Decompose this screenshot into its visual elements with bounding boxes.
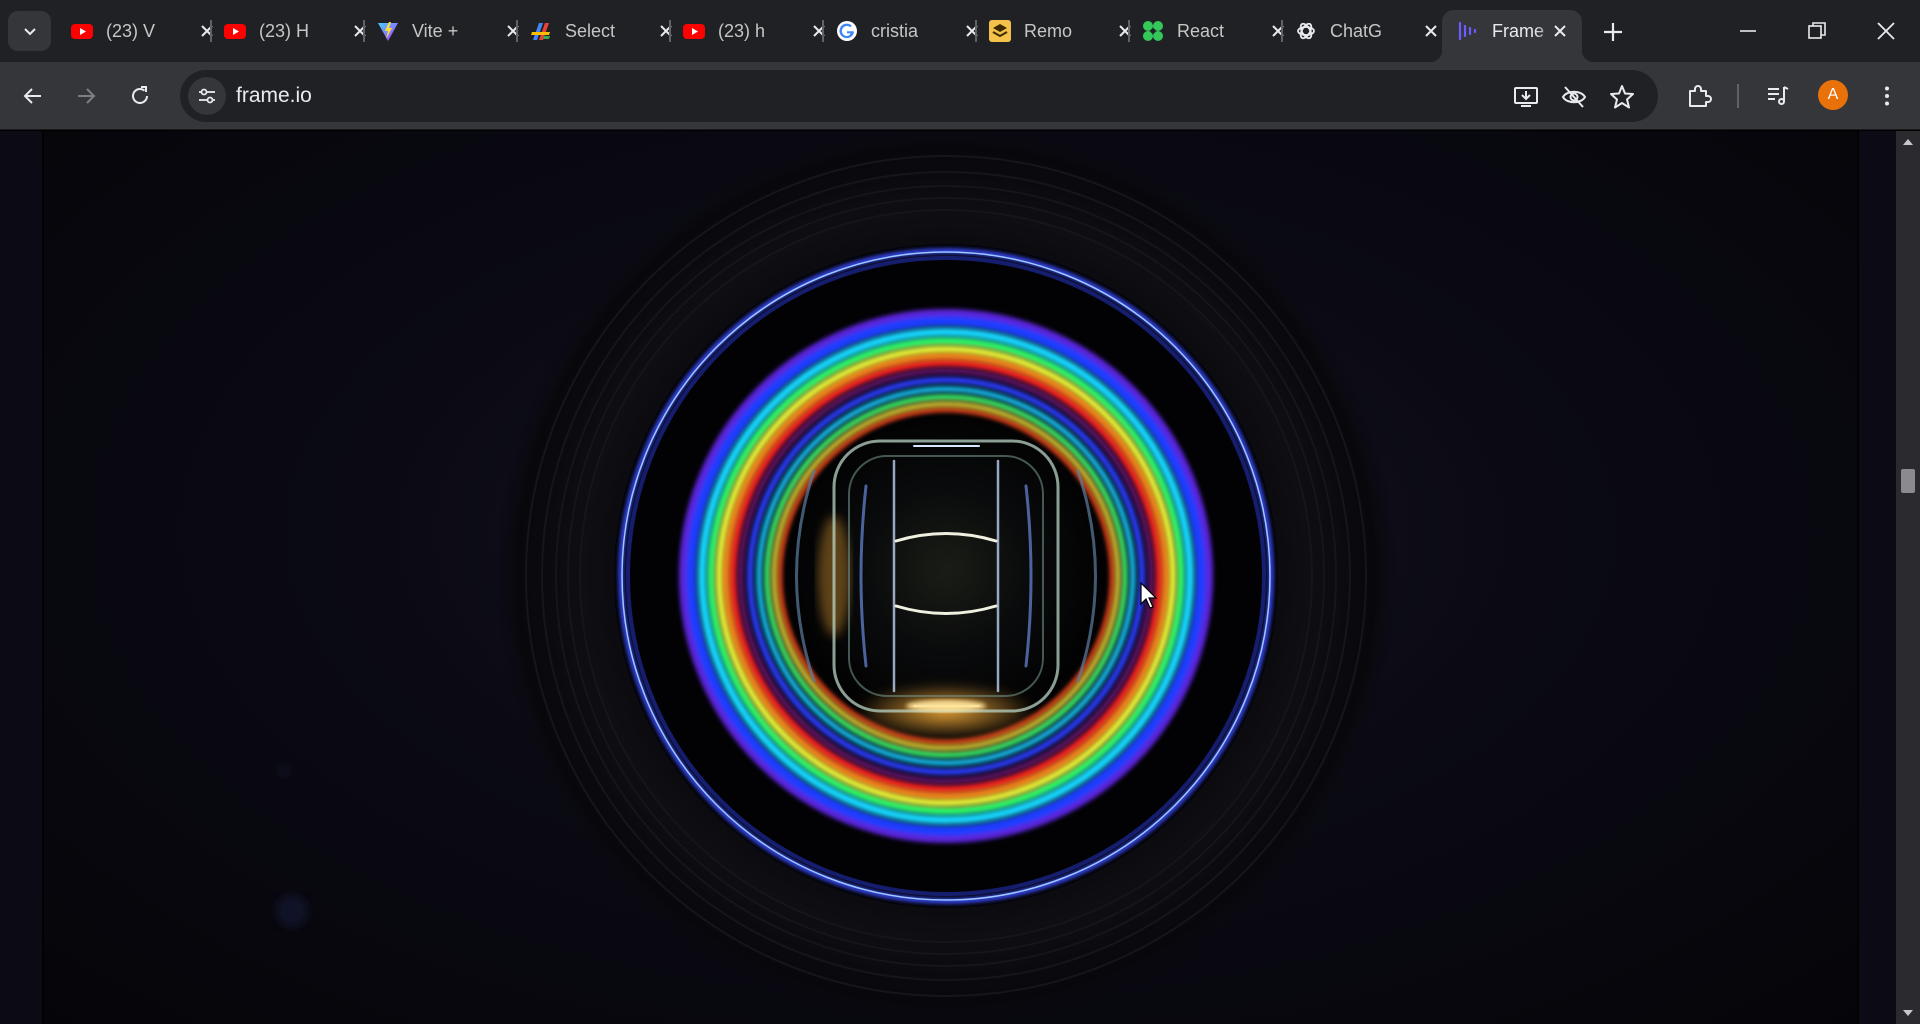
remote-icon — [989, 20, 1011, 42]
restore-icon — [1808, 22, 1826, 39]
site-info-button[interactable] — [188, 77, 226, 115]
toolbar-divider — [1737, 84, 1739, 108]
star-icon — [1610, 85, 1634, 109]
select-app-icon — [531, 23, 550, 40]
tab-youtube-1[interactable]: (23) V — [56, 10, 213, 52]
tab-chatgpt[interactable]: ChatG — [1280, 10, 1437, 52]
close-icon[interactable] — [1421, 21, 1441, 41]
music-queue-icon — [1768, 86, 1789, 105]
reload-button[interactable] — [122, 78, 158, 114]
tab-title: (23) h — [718, 21, 766, 41]
tab-title: ChatG — [1330, 21, 1383, 41]
bookmark-button[interactable] — [1608, 83, 1636, 111]
tab-title: (23) H — [259, 21, 310, 41]
profile-avatar[interactable]: A — [1818, 80, 1848, 110]
vite-icon — [378, 22, 398, 41]
youtube-icon — [71, 24, 93, 39]
puzzle-piece-icon — [1689, 85, 1712, 107]
minimize-icon — [1740, 30, 1756, 32]
back-button[interactable] — [15, 78, 51, 114]
url-text[interactable]: frame.io — [236, 84, 312, 108]
eye-off-icon — [1561, 86, 1587, 108]
close-icon — [1877, 22, 1895, 40]
mouse-cursor-icon — [1140, 582, 1158, 609]
tab-google[interactable]: cristia — [821, 10, 978, 52]
arrow-right-icon — [78, 88, 96, 104]
tab-title: Vite + — [412, 21, 459, 41]
tracking-protection-button[interactable] — [1560, 83, 1588, 111]
tab-vite[interactable]: Vite + — [362, 10, 519, 52]
page-gutter-left — [0, 131, 44, 1024]
tab-remote[interactable]: Remo — [974, 10, 1131, 52]
vertical-scrollbar[interactable] — [1896, 131, 1920, 1024]
arrow-left-icon — [23, 88, 41, 104]
youtube-icon — [683, 24, 705, 39]
new-tab-icon[interactable] — [1600, 19, 1626, 45]
chatgpt-icon — [1297, 22, 1315, 40]
scroll-down-icon[interactable] — [1902, 1008, 1914, 1018]
tab-search-button[interactable] — [8, 11, 51, 51]
tab-strip: (23) V (23) H Vite + Select (23) h crist… — [0, 0, 1920, 62]
close-icon[interactable] — [1550, 21, 1570, 41]
reload-icon — [132, 86, 148, 104]
hero-section — [44, 131, 1857, 1024]
frameio-icon — [1458, 21, 1477, 41]
google-icon — [837, 21, 857, 41]
install-app-icon — [1514, 87, 1538, 107]
tab-title: Remo — [1024, 21, 1073, 41]
media-controls-button[interactable] — [1760, 78, 1796, 114]
minimize-button[interactable] — [1733, 16, 1763, 46]
window-close-button[interactable] — [1871, 16, 1901, 46]
forward-button[interactable] — [68, 78, 104, 114]
page-gutter-right — [1857, 131, 1896, 1024]
tune-icon — [199, 88, 215, 104]
scrollbar-thumb[interactable] — [1901, 469, 1915, 493]
extensions-button[interactable] — [1681, 78, 1717, 114]
tab-select[interactable]: Select — [515, 10, 672, 52]
react-flower-icon — [1143, 21, 1163, 41]
more-vertical-icon — [1885, 86, 1889, 106]
browser-toolbar: frame.io A — [0, 62, 1920, 130]
youtube-icon — [224, 24, 246, 39]
menu-button[interactable] — [1869, 78, 1905, 114]
address-bar[interactable]: frame.io — [180, 70, 1658, 122]
tab-youtube-3[interactable]: (23) h — [668, 10, 825, 52]
tab-title: cristia — [871, 21, 919, 41]
install-app-button[interactable] — [1512, 83, 1540, 111]
scroll-up-icon[interactable] — [1902, 137, 1914, 147]
restore-button[interactable] — [1802, 16, 1832, 46]
tab-title: Select — [565, 21, 616, 41]
tab-title: React — [1177, 21, 1225, 41]
camera-lens-image — [276, 131, 1398, 1024]
tab-react[interactable]: React — [1127, 10, 1284, 52]
chevron-down-icon — [23, 28, 36, 36]
tab-youtube-2[interactable]: (23) H — [209, 10, 366, 52]
tab-title: (23) V — [106, 21, 156, 41]
page-viewport — [0, 131, 1896, 1024]
tab-frameio[interactable]: Frame — [1430, 10, 1594, 62]
